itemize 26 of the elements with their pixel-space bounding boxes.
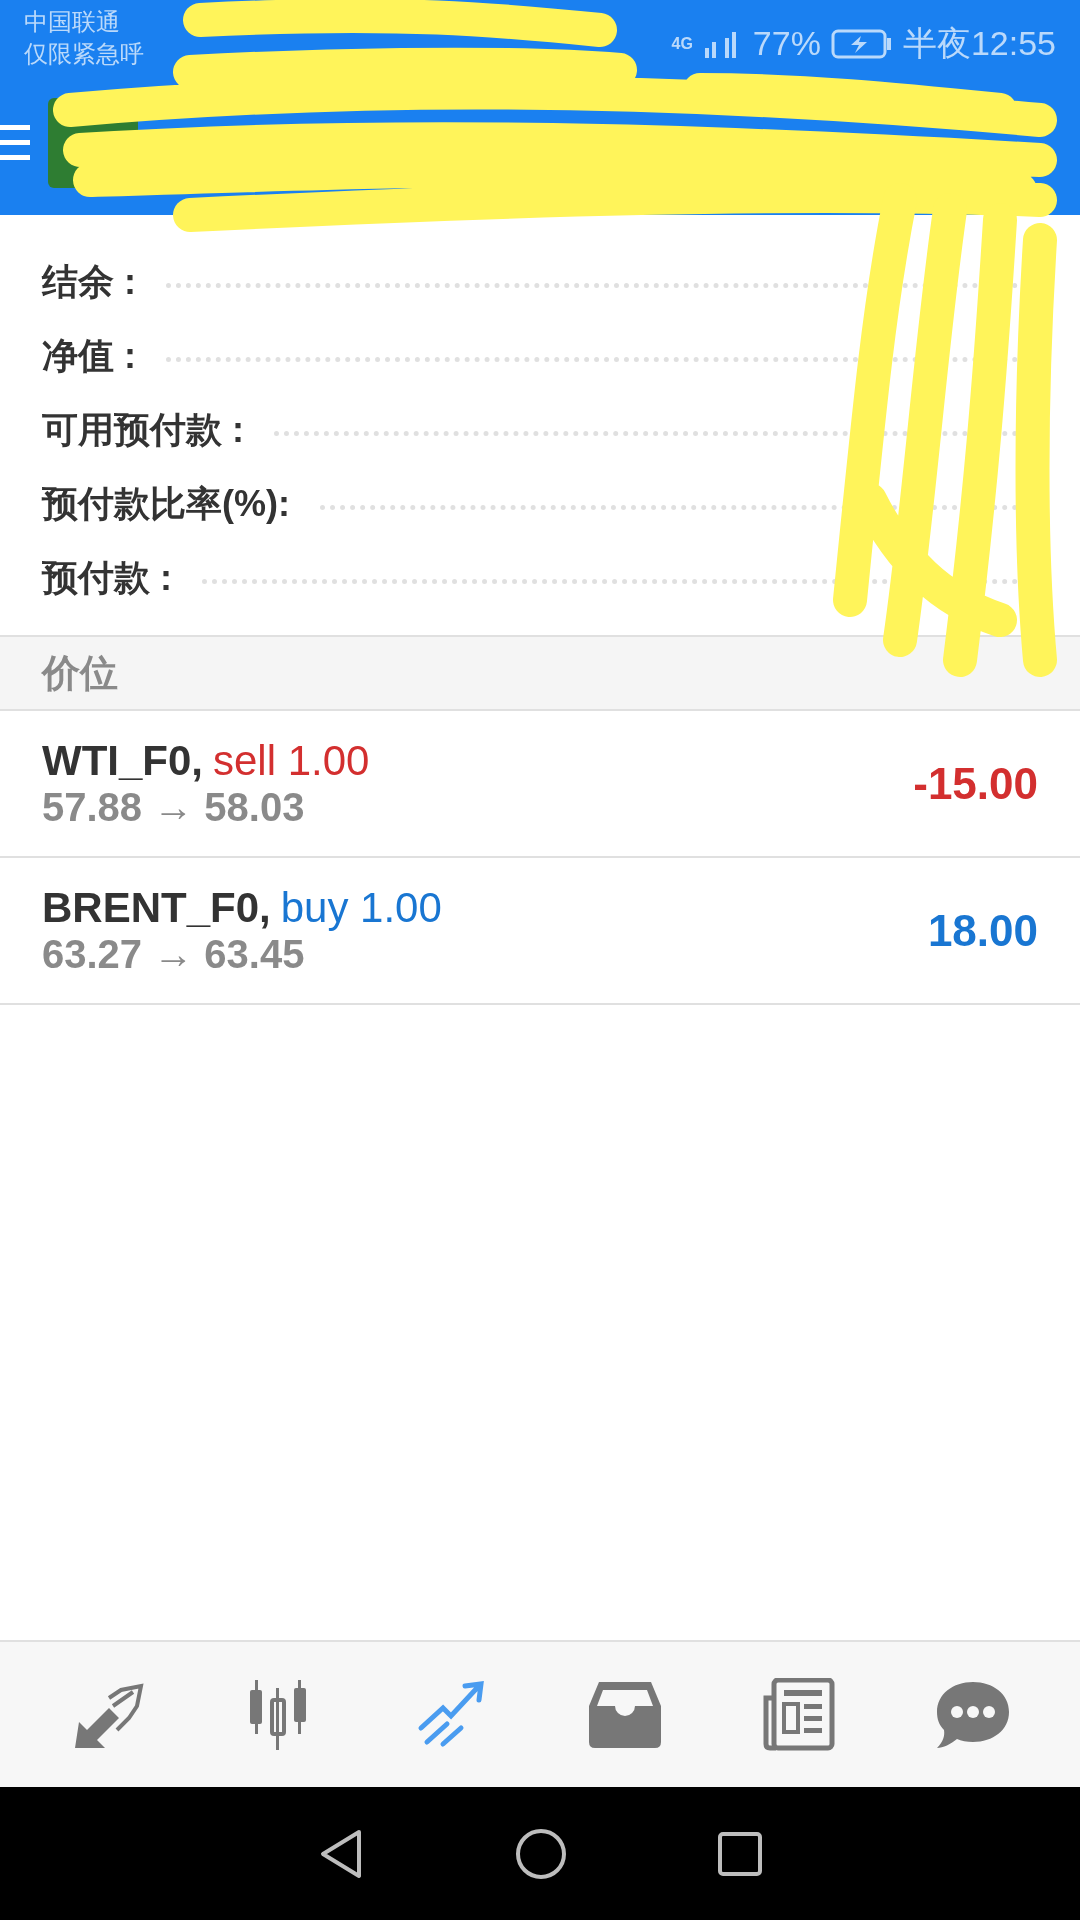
field-label: 预付款 :: [42, 556, 172, 600]
order-type: sell 1.00: [213, 737, 370, 784]
field-label: 可用预付款 :: [42, 408, 244, 452]
carrier-name: 中国联通: [24, 7, 121, 37]
position-row[interactable]: BRENT_F0, buy 1.00 63.27 → 63.45 18.00: [0, 858, 1080, 1005]
emergency-calls-note: 仅限紧急呼: [24, 39, 144, 69]
section-header: 价位: [42, 650, 118, 696]
price-range: 57.88 → 58.03: [42, 783, 306, 830]
field-label: 结余 :: [42, 260, 136, 304]
battery-charging-icon: [830, 27, 893, 60]
newspaper-icon: [761, 1677, 838, 1752]
battery-percent: 77%: [752, 23, 821, 64]
status-time: 半夜12:55: [902, 23, 1056, 64]
position-row[interactable]: WTI_F0, sell 1.00 57.88 → 58.03 -15.00: [0, 711, 1080, 858]
field-label: 预付款比率(%):: [42, 482, 290, 526]
menu-icon[interactable]: [0, 122, 30, 163]
order-type: buy 1.00: [280, 884, 442, 931]
symbol: WTI_F0,: [42, 737, 203, 784]
symbol: BRENT_F0,: [42, 884, 271, 931]
profit-value: -15.00: [913, 757, 1038, 810]
price-range: 63.27 → 63.45: [42, 931, 306, 977]
home-icon[interactable]: [515, 1827, 567, 1880]
field-label: 净值 :: [42, 334, 136, 378]
recent-apps-icon[interactable]: [717, 1830, 763, 1877]
profit-value: 18.00: [927, 904, 1038, 957]
network-type: 4G: [671, 33, 693, 54]
